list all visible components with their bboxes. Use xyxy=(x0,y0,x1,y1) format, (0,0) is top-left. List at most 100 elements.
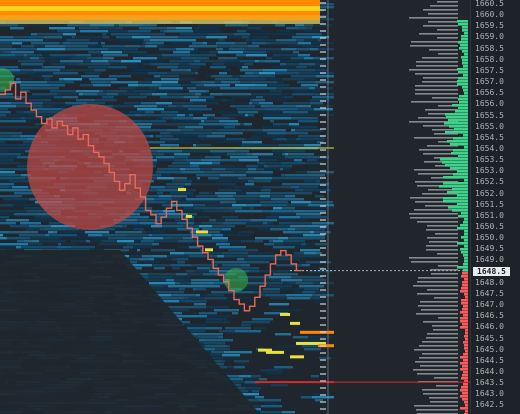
heatmap-cell xyxy=(280,180,285,183)
heatmap-cell xyxy=(230,156,258,159)
heatmap-cell xyxy=(11,102,27,105)
heatmap-cell xyxy=(281,48,296,51)
volume-column-mark xyxy=(320,380,326,382)
depth-value-text xyxy=(410,45,458,47)
heatmap-cell xyxy=(277,159,294,162)
bid-depth-bar xyxy=(462,26,468,29)
volume-column-mark xyxy=(320,324,326,326)
heatmap-cell xyxy=(223,222,246,225)
heatmap-cell xyxy=(140,216,149,219)
heatmap-cell xyxy=(21,117,25,120)
heatmap-cell xyxy=(139,27,167,30)
heatmap-cell xyxy=(141,39,144,42)
bid-depth-bar xyxy=(447,140,468,143)
bid-depth-bar xyxy=(463,134,468,137)
heatmap-cell xyxy=(142,255,153,258)
heatmap-cell xyxy=(299,72,315,75)
heatmap-cell xyxy=(188,297,204,300)
heatmap-cell xyxy=(153,255,167,258)
depth-value-text xyxy=(429,241,458,243)
heatmap-cell xyxy=(253,99,265,102)
heatmap-cell xyxy=(315,81,334,84)
heatmap-cell xyxy=(218,129,237,132)
orange-liquidity-blob xyxy=(300,330,334,334)
heatmap-cell xyxy=(292,93,313,96)
heatmap-cell xyxy=(304,288,319,291)
heatmap-cell xyxy=(26,72,34,75)
heatmap-cell xyxy=(227,153,239,156)
heatmap-cell xyxy=(136,42,143,45)
bid-depth-bar xyxy=(462,50,468,53)
heatmap-cell xyxy=(42,54,50,57)
heatmap-cell xyxy=(274,243,283,246)
volume-column-mark xyxy=(320,100,326,102)
heatmap-cell xyxy=(285,30,292,33)
heatmap-cell xyxy=(276,39,287,42)
heatmap-cell xyxy=(196,87,220,90)
heatmap-cell xyxy=(22,42,27,45)
heatmap-cell xyxy=(0,138,27,141)
bid-depth-bar xyxy=(445,131,468,134)
heatmap-cell xyxy=(318,48,334,51)
heatmap-cell xyxy=(172,237,183,240)
heatmap-cell xyxy=(181,183,185,186)
bid-depth-bar xyxy=(448,119,468,122)
heatmap-cell xyxy=(234,366,245,369)
volume-column-mark xyxy=(320,44,326,46)
heatmap-cell xyxy=(0,183,6,186)
ask-depth-bar xyxy=(460,368,468,371)
heatmap-cell xyxy=(0,189,18,192)
heatmap-cell xyxy=(85,231,109,234)
heatmap-cell xyxy=(232,75,240,78)
heatmap-cell xyxy=(109,231,115,234)
heatmap-cell xyxy=(300,156,308,159)
heatmap-cell xyxy=(261,204,287,207)
heatmap-cell xyxy=(285,153,288,156)
depth-value-text xyxy=(411,261,458,263)
heatmap-cell xyxy=(193,30,221,33)
bid-depth-bar xyxy=(457,194,468,197)
heatmap-cell xyxy=(157,192,163,195)
bid-depth-bar xyxy=(461,38,468,41)
heatmap-cell xyxy=(184,207,194,210)
heatmap-cell xyxy=(285,195,295,198)
heatmap-cell xyxy=(27,54,42,57)
depth-value-text xyxy=(430,5,458,7)
price-tick-label: 1644.5 xyxy=(475,355,504,365)
heatmap-cell xyxy=(37,33,63,36)
heatmap-cell xyxy=(299,339,323,342)
heatmap-cell xyxy=(219,300,229,303)
heatmap-cell xyxy=(160,75,179,78)
depth-value-text xyxy=(415,85,458,87)
volume-column-mark xyxy=(320,219,326,221)
heatmap-cell xyxy=(246,225,265,228)
bid-depth-bar xyxy=(458,155,468,158)
volume-column-mark xyxy=(320,198,326,200)
heatmap-cell xyxy=(275,72,299,75)
heatmap-cell xyxy=(21,63,43,66)
heatmap-cell xyxy=(222,264,241,267)
bid-depth-bar xyxy=(457,227,468,230)
ask-depth-bar xyxy=(464,347,468,350)
heatmap-cell xyxy=(273,54,298,57)
heatmap-cell xyxy=(122,51,147,54)
price-tick-label: 1646.5 xyxy=(475,311,504,321)
heatmap-cell xyxy=(203,114,215,117)
heatmap-cell xyxy=(219,72,227,75)
heatmap-cell xyxy=(206,327,214,330)
heatmap-cell xyxy=(11,135,20,138)
price-axis[interactable]: 1660.5 1660.0 1659.5 1659.0 1658.5 1658.0 1657… xyxy=(470,0,520,414)
heatmap-cell xyxy=(70,42,98,45)
heatmap-cell xyxy=(220,231,235,234)
heatmap-cell xyxy=(295,129,322,132)
heatmap-cell xyxy=(143,42,146,45)
heatmap-cell xyxy=(152,93,167,96)
heatmap-cell xyxy=(184,132,212,135)
heatmap-cell xyxy=(149,282,175,285)
heatmap-chart[interactable] xyxy=(0,0,334,414)
heatmap-cell xyxy=(161,111,178,114)
depth-value-text xyxy=(414,349,458,351)
heatmap-cell xyxy=(150,39,169,42)
heatmap-cell xyxy=(205,339,233,342)
heatmap-cell xyxy=(127,90,133,93)
